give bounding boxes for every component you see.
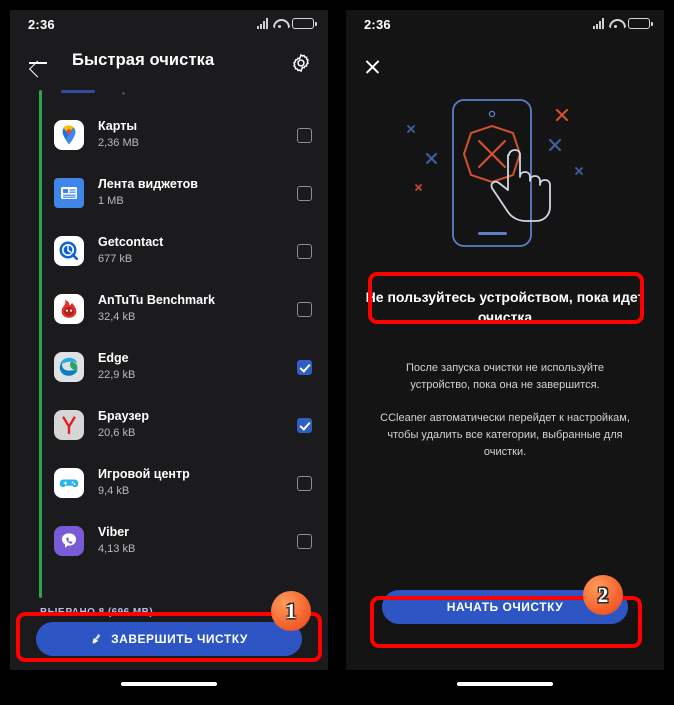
finish-cleanup-button[interactable]: ЗАВЕРШИТЬ ЧИСТКУ	[36, 622, 302, 656]
microsoft-edge-icon	[54, 352, 84, 382]
status-time: 2:36	[28, 17, 55, 32]
app-size: 1 MB	[98, 195, 124, 207]
home-indicator[interactable]	[457, 682, 553, 686]
table-row[interactable]: Браузер 20,6 kB	[10, 396, 328, 454]
app-checkbox[interactable]	[297, 359, 312, 375]
app-info: Карты 2,36 MB	[98, 119, 297, 151]
wifi-icon	[609, 18, 623, 29]
app-name: Лента виджетов	[98, 177, 198, 191]
page-title: Быстрая очистка	[72, 51, 215, 69]
left-phone-panel: 2:36 Быстрая очистка Карты 2,36 MB Лента…	[10, 10, 328, 695]
table-row[interactable]: Игровой центр 9,4 kB	[10, 454, 328, 512]
screenshot-root: 2:36 Быстрая очистка Карты 2,36 MB Лента…	[0, 0, 674, 705]
step-badge-2: 2	[583, 575, 623, 615]
table-row[interactable]: AnTuTu Benchmark 32,4 kB	[10, 280, 328, 338]
app-size: 20,6 kB	[98, 427, 136, 439]
status-icons	[257, 18, 317, 29]
app-checkbox[interactable]	[297, 417, 312, 433]
close-icon[interactable]	[364, 58, 381, 75]
left-phone-screen: 2:36 Быстрая очистка Карты 2,36 MB Лента…	[10, 10, 328, 670]
app-name: Viber	[98, 525, 130, 539]
getcontact-icon	[54, 236, 84, 266]
wifi-icon	[273, 18, 287, 29]
app-checkbox[interactable]	[297, 475, 312, 491]
table-row[interactable]: Edge 22,9 kB	[10, 338, 328, 396]
home-indicator[interactable]	[121, 682, 217, 686]
right-status-bar: 2:36	[346, 10, 664, 40]
left-nav-bar	[10, 670, 328, 695]
viber-icon	[54, 526, 84, 556]
game-center-icon	[54, 468, 84, 498]
app-size: 4,13 kB	[98, 543, 136, 555]
app-checkbox[interactable]	[297, 127, 312, 143]
status-time: 2:36	[364, 17, 391, 32]
app-size: 22,9 kB	[98, 369, 136, 381]
start-cleanup-label: НАЧАТЬ ОЧИСТКУ	[446, 600, 564, 614]
app-name: Getcontact	[98, 235, 164, 249]
app-list-rows: Карты 2,36 MB Лента виджетов 1 MB Getcon…	[10, 106, 328, 570]
battery-icon	[628, 18, 653, 29]
app-name: Карты	[98, 119, 138, 133]
app-name: Браузер	[98, 409, 149, 423]
table-row[interactable]: Viber 4,13 kB	[10, 512, 328, 570]
app-checkbox[interactable]	[297, 301, 312, 317]
app-name: Edge	[98, 351, 129, 365]
yandex-browser-icon	[54, 410, 84, 440]
google-maps-icon	[54, 120, 84, 150]
broom-icon	[89, 632, 104, 647]
app-name: AnTuTu Benchmark	[98, 293, 215, 307]
app-info: Getcontact 677 kB	[98, 235, 297, 267]
app-checkbox[interactable]	[297, 185, 312, 201]
widgets-feed-icon	[54, 178, 84, 208]
partial-list-item-above	[56, 88, 176, 102]
app-info: Edge 22,9 kB	[98, 351, 297, 383]
cellular-signal-icon	[257, 18, 268, 29]
table-row[interactable]: Getcontact 677 kB	[10, 222, 328, 280]
antutu-icon	[54, 294, 84, 324]
warning-paragraph-1: После запуска очистки не используйте уст…	[405, 362, 605, 391]
table-row[interactable]: Лента виджетов 1 MB	[10, 164, 328, 222]
left-status-bar: 2:36	[10, 10, 328, 40]
back-arrow-icon[interactable]	[28, 53, 48, 73]
status-icons	[593, 18, 653, 29]
app-size: 677 kB	[98, 253, 133, 265]
right-nav-bar	[346, 670, 664, 695]
phone-with-hand-tap-illustration	[390, 92, 620, 277]
gear-icon[interactable]	[290, 52, 312, 74]
app-info: Лента виджетов 1 MB	[98, 177, 297, 209]
app-checkbox[interactable]	[297, 533, 312, 549]
app-info: Viber 4,13 kB	[98, 525, 297, 557]
app-bar: Быстрая очистка	[10, 40, 328, 86]
battery-icon	[292, 18, 317, 29]
cellular-signal-icon	[593, 18, 604, 29]
finish-cleanup-label: ЗАВЕРШИТЬ ЧИСТКУ	[111, 632, 248, 646]
app-size: 32,4 kB	[98, 311, 136, 323]
app-checkbox[interactable]	[297, 243, 312, 259]
table-row[interactable]: Карты 2,36 MB	[10, 106, 328, 164]
app-info: Браузер 20,6 kB	[98, 409, 297, 441]
selected-summary: ВЫБРАНО 8 (696 MB)	[40, 607, 154, 618]
app-info: Игровой центр 9,4 kB	[98, 467, 297, 499]
right-phone-screen: 2:36 Не пользуйтесь устройством, пока ид…	[346, 10, 664, 670]
app-name: Игровой центр	[98, 467, 190, 481]
warning-paragraph-2: CCleaner автоматически перейдет к настро…	[380, 412, 630, 458]
app-size: 9,4 kB	[98, 485, 130, 497]
app-info: AnTuTu Benchmark 32,4 kB	[98, 293, 297, 325]
app-list[interactable]: Карты 2,36 MB Лента виджетов 1 MB Getcon…	[10, 86, 328, 600]
app-size: 2,36 MB	[98, 137, 139, 149]
step-badge-1: 1	[271, 591, 311, 631]
warning-headline: Не пользуйтесь устройством, пока идет оч…	[365, 289, 645, 325]
